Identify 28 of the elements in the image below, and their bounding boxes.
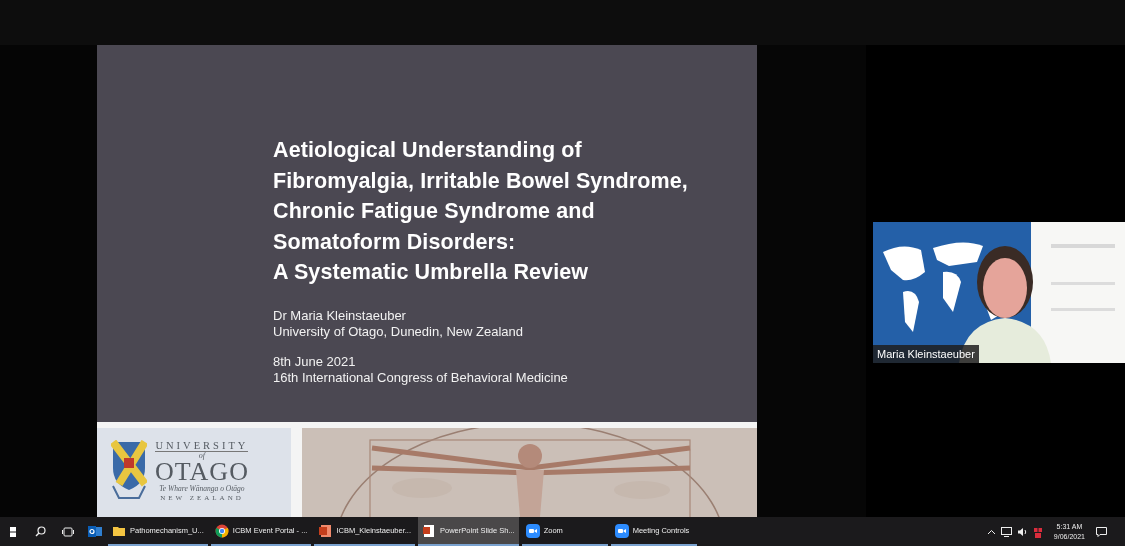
windows-icon[interactable] [10, 526, 17, 537]
logo-name: OTAGO [155, 460, 249, 484]
speaker-icon[interactable] [1016, 526, 1028, 537]
camera-icon [525, 523, 540, 538]
mail-icon[interactable] [87, 525, 102, 538]
logo-text: UNIVERSITY [155, 440, 249, 452]
notification-icon[interactable] [1096, 526, 1107, 537]
date-text: 8th June 2021 [273, 353, 357, 370]
slide-title-line: A Systematic Umbrella Review [273, 259, 590, 286]
participant-name: Maria Kleinstaeuber [873, 345, 979, 363]
slideshow-icon [422, 523, 437, 538]
presentation-icon [318, 523, 333, 538]
logo-text: of [198, 452, 206, 460]
monitor-icon[interactable] [1000, 526, 1012, 537]
camera-icon [614, 523, 629, 538]
event-text: 16th International Congress of Behavioral Medicine [273, 369, 569, 386]
slide-title-line: Somatoform Disorders: [273, 228, 517, 256]
chevron-up-icon[interactable] [986, 528, 996, 535]
author-name: Dr Maria Kleinstaeuber [273, 307, 407, 324]
slide-title-line: Chronic Fatigue Syndrome and [273, 198, 596, 225]
task-view-icon[interactable] [61, 526, 74, 537]
slide-title-line: Fibromyalgia, Irritable Bowel Syndrome, [273, 167, 689, 195]
slide-title-line: Aetiological Understanding of [273, 137, 583, 164]
affiliation-text: University of Otago, Dunedin, New Zealand [273, 323, 524, 340]
crest-icon [111, 440, 147, 502]
search-icon[interactable] [35, 526, 46, 537]
browser-icon [214, 523, 229, 538]
app-tray-icon[interactable] [1032, 525, 1043, 538]
